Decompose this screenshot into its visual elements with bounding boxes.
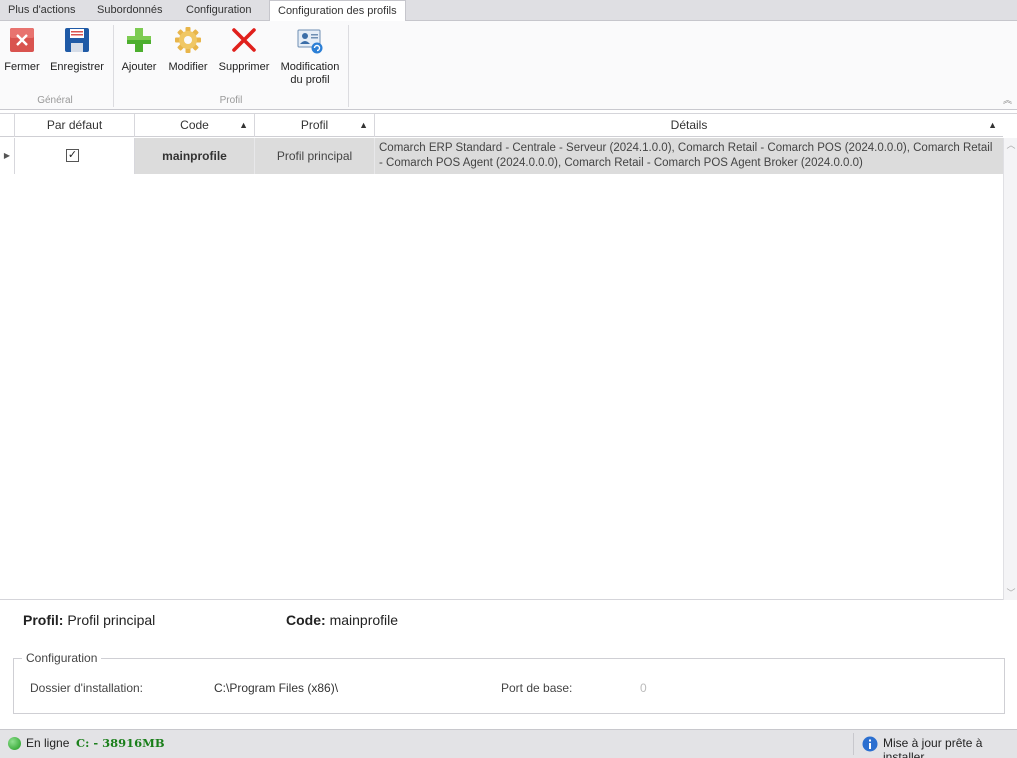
tab-subordonnes[interactable]: Subordonnés bbox=[89, 0, 170, 21]
ribbon: Fermer Enregistrer Général Ajouter Modif… bbox=[0, 21, 1017, 110]
update-status-text[interactable]: Mise à jour prête à installer bbox=[883, 736, 1017, 758]
cell-details-line1: Comarch ERP Standard - Centrale - Serveu… bbox=[379, 142, 993, 154]
save-button[interactable]: Enregistrer bbox=[48, 25, 106, 74]
delete-label: Supprimer bbox=[218, 61, 270, 73]
column-header-code-label: Code bbox=[180, 118, 209, 132]
base-port-value: 0 bbox=[640, 681, 647, 695]
profil-info: Profil: Profil principal bbox=[23, 612, 155, 628]
close-label: Fermer bbox=[4, 61, 40, 73]
sort-ascending-icon: ▲ bbox=[988, 120, 997, 130]
delete-icon bbox=[232, 28, 256, 52]
code-info: Code: mainprofile bbox=[286, 612, 398, 628]
profile-edit-button[interactable]: Modification du profil bbox=[279, 25, 341, 87]
row-indicator-header bbox=[0, 114, 15, 137]
online-status-icon bbox=[8, 737, 21, 750]
modify-button[interactable]: Modifier bbox=[166, 25, 210, 74]
row-indicator-icon: ▶ bbox=[0, 138, 15, 174]
scroll-down-icon[interactable]: ﹀ bbox=[1004, 586, 1017, 600]
ribbon-tab-bar: Plus d'actions Subordonnés Configuration… bbox=[0, 0, 1017, 22]
column-header-profil[interactable]: Profil ▲ bbox=[255, 114, 375, 137]
gear-icon bbox=[175, 27, 201, 53]
info-icon bbox=[862, 736, 878, 752]
profiles-grid: Par défaut Code ▲ Profil ▲ Détails ▲ ✓ m… bbox=[0, 113, 1017, 600]
tab-plus-actions[interactable]: Plus d'actions bbox=[0, 0, 84, 21]
column-header-code[interactable]: Code ▲ bbox=[135, 114, 255, 137]
tab-configuration[interactable]: Configuration bbox=[178, 0, 259, 21]
group-label-profil: Profil bbox=[219, 95, 243, 106]
base-port-label: Port de base: bbox=[501, 681, 573, 695]
ribbon-collapse-icon[interactable]: ︽ bbox=[1003, 93, 1013, 105]
cell-code: mainprofile bbox=[135, 138, 255, 174]
profil-info-label: Profil: bbox=[23, 612, 64, 628]
online-status-text: En ligne bbox=[26, 736, 70, 750]
group-label-general: Général bbox=[37, 95, 73, 106]
profil-info-value: Profil principal bbox=[67, 612, 156, 628]
cell-profil: Profil principal bbox=[255, 138, 375, 174]
cell-details: Comarch ERP Standard - Centrale - Serveu… bbox=[379, 138, 999, 174]
configuration-legend: Configuration bbox=[22, 651, 102, 665]
add-icon bbox=[127, 28, 151, 52]
modify-label: Modifier bbox=[168, 61, 208, 73]
delete-button[interactable]: Supprimer bbox=[217, 25, 271, 74]
code-info-value: mainprofile bbox=[329, 612, 399, 628]
close-button[interactable]: Fermer bbox=[3, 25, 41, 74]
sort-ascending-icon: ▲ bbox=[239, 120, 248, 130]
column-header-default[interactable]: Par défaut bbox=[15, 114, 135, 137]
close-icon bbox=[10, 28, 34, 52]
save-icon bbox=[65, 28, 89, 52]
add-label: Ajouter bbox=[121, 61, 157, 73]
profile-edit-label: Modification du profil bbox=[279, 61, 341, 87]
scroll-up-icon[interactable]: ︿ bbox=[1004, 138, 1017, 152]
column-header-profil-label: Profil bbox=[300, 118, 329, 132]
status-separator bbox=[853, 733, 854, 755]
default-checkbox[interactable]: ✓ bbox=[66, 149, 79, 162]
save-label: Enregistrer bbox=[50, 61, 104, 73]
sort-ascending-icon: ▲ bbox=[359, 120, 368, 130]
tab-configuration-profils[interactable]: Configuration des profils bbox=[269, 0, 406, 22]
grid-header: Par défaut Code ▲ Profil ▲ Détails ▲ bbox=[0, 114, 1003, 137]
profile-edit-icon bbox=[297, 29, 323, 54]
install-folder-value: C:\Program Files (x86)\ bbox=[214, 681, 339, 695]
install-folder-label: Dossier d'installation: bbox=[30, 681, 144, 695]
disk-space-text: C: - 38916MB bbox=[76, 736, 165, 750]
column-header-details[interactable]: Détails ▲ bbox=[375, 114, 1003, 137]
table-row[interactable]: ✓ mainprofile Profil principal Comarch E… bbox=[0, 138, 1003, 174]
cell-default[interactable]: ✓ bbox=[15, 138, 135, 174]
add-button[interactable]: Ajouter bbox=[118, 25, 160, 74]
grid-vertical-scrollbar[interactable]: ︿ ﹀ bbox=[1003, 138, 1017, 600]
group-separator bbox=[348, 25, 349, 107]
code-info-label: Code: bbox=[286, 612, 326, 628]
profile-edit-label-line2: du profil bbox=[290, 74, 330, 86]
status-bar: En ligne C: - 38916MB Mise à jour prête … bbox=[0, 729, 1017, 758]
cell-details-line2: - Comarch POS Agent (2024.0.0.0), Comarc… bbox=[379, 157, 863, 169]
profile-edit-label-line1: Modification bbox=[280, 61, 340, 73]
column-header-details-label: Détails bbox=[670, 118, 708, 132]
